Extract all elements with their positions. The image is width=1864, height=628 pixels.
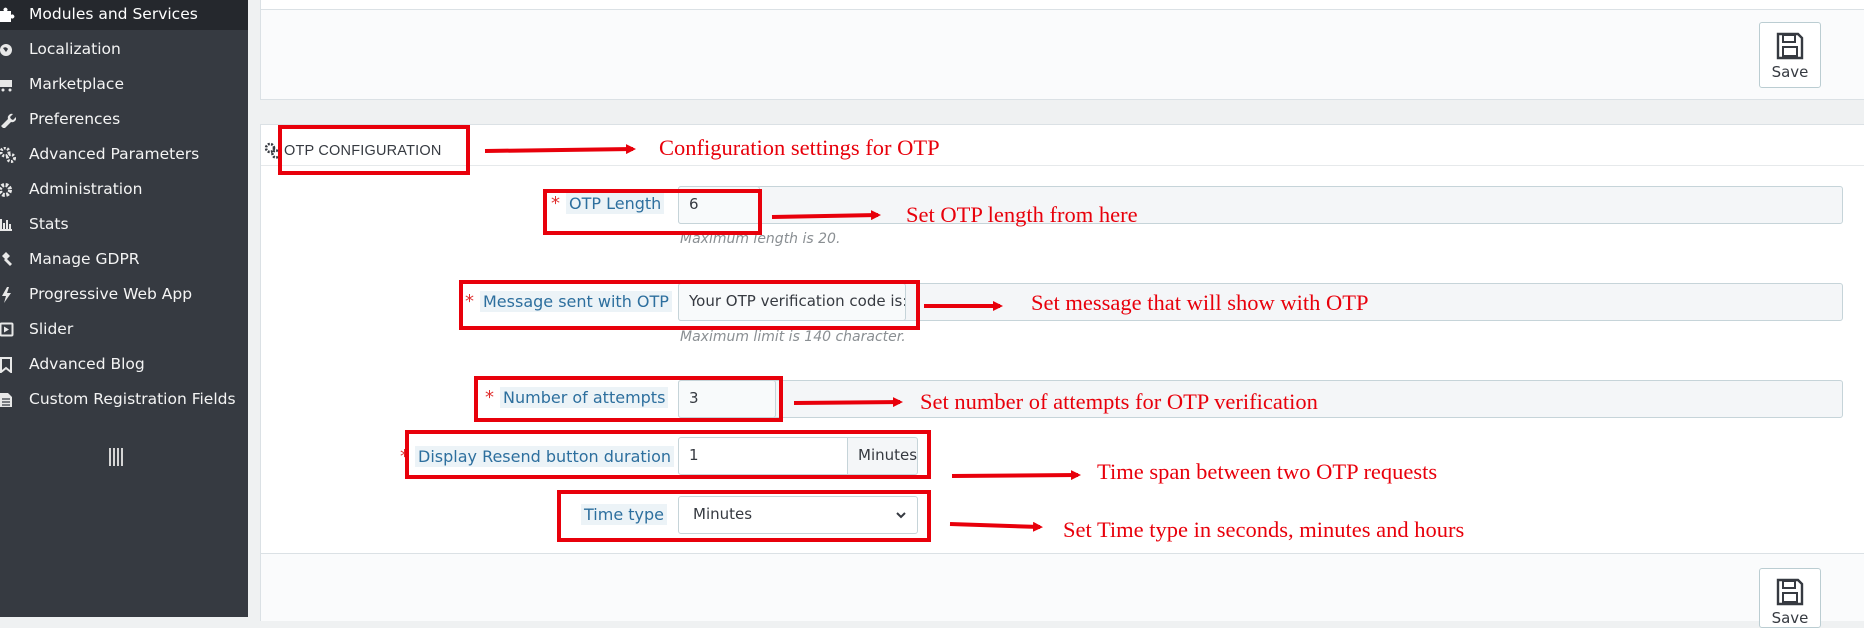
arrow-resend: [951, 470, 1081, 481]
annotation-resend: Time span between two OTP requests: [1097, 459, 1438, 484]
arrow-time-type: [949, 521, 1043, 532]
annotation-otp-length: Set OTP length from here: [906, 202, 1138, 227]
arrow-otp-length: [771, 210, 881, 221]
annotation-attempts: Set number of attempts for OTP verificat…: [920, 389, 1318, 414]
arrow-attempts: [793, 397, 903, 408]
annotation-time-type: Set Time type in seconds, minutes and ho…: [1063, 517, 1465, 542]
annotation-message: Set message that will show with OTP: [1031, 290, 1369, 315]
annotation-arrows: [484, 144, 1081, 532]
arrow-config: [484, 144, 636, 155]
annotation-config: Configuration settings for OTP: [659, 135, 940, 160]
